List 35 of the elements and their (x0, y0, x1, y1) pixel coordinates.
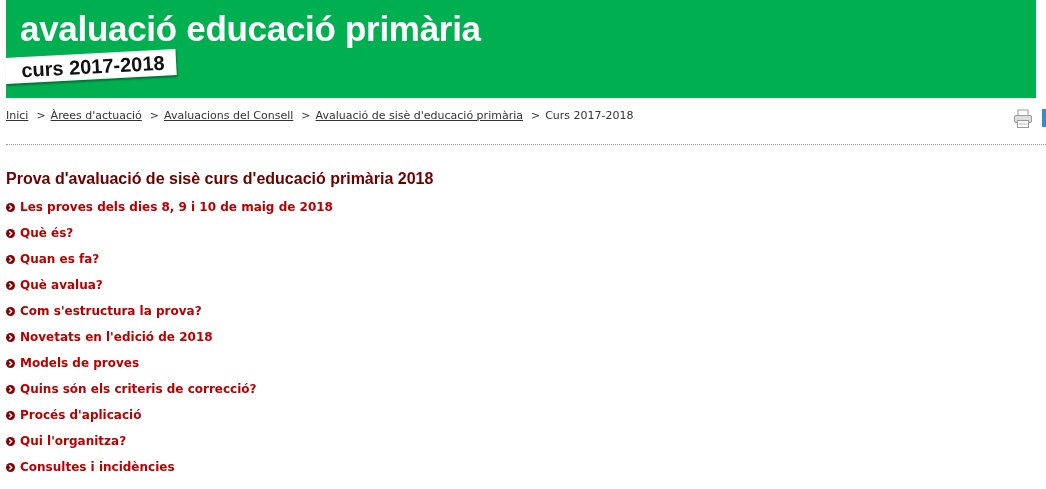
page-heading: Prova d'avaluació de sisè curs d'educació primària 2018 (6, 169, 435, 189)
banner-title: avaluació educació primària (20, 8, 483, 50)
breadcrumb-link[interactable]: Avaluació de sisè d'educació primària (315, 109, 523, 122)
section-link[interactable]: Quins són els criteris de correcció? (20, 382, 257, 396)
breadcrumb-current: Curs 2017-2018 (545, 109, 634, 122)
breadcrumb-link[interactable]: Àrees d'actuació (50, 109, 142, 122)
section-link[interactable]: Què avalua? (20, 278, 103, 292)
chevron-bullet-icon (6, 202, 15, 212)
breadcrumb-link[interactable]: Avaluacions del Consell (164, 109, 294, 122)
section-link[interactable]: Novetats en l'edició de 2018 (20, 330, 213, 344)
section-link[interactable]: Qui l'organitza? (20, 434, 127, 448)
banner-tag: curs 2017-2018 (4, 49, 178, 84)
section-link[interactable]: Procés d'aplicació (20, 408, 142, 422)
print-icon[interactable] (1014, 109, 1032, 129)
section-link[interactable]: Què és? (20, 226, 74, 240)
section-link[interactable]: Models de proves (20, 356, 140, 370)
section-link[interactable]: Consultes i incidències (20, 460, 175, 474)
chevron-bullet-icon (6, 306, 15, 316)
chevron-bullet-icon (6, 358, 15, 368)
separator: > (36, 109, 46, 122)
breadcrumb-link[interactable]: Inici (6, 109, 29, 122)
chevron-bullet-icon (6, 280, 15, 290)
separator: > (301, 109, 311, 122)
chevron-bullet-icon (6, 462, 15, 472)
chevron-bullet-icon (6, 384, 15, 394)
separator: > (530, 109, 541, 122)
chevron-bullet-icon (6, 332, 15, 342)
section-link[interactable]: Les proves dels dies 8, 9 i 10 de maig de 2018 (20, 200, 333, 214)
chevron-bullet-icon (6, 410, 15, 420)
separator: > (149, 109, 160, 122)
chevron-bullet-icon (6, 254, 15, 264)
chevron-bullet-icon (6, 228, 15, 238)
section-link[interactable]: Com s'estructura la prova? (20, 304, 202, 318)
section-link[interactable]: Quan es fa? (20, 252, 100, 266)
chevron-bullet-icon (6, 436, 15, 446)
